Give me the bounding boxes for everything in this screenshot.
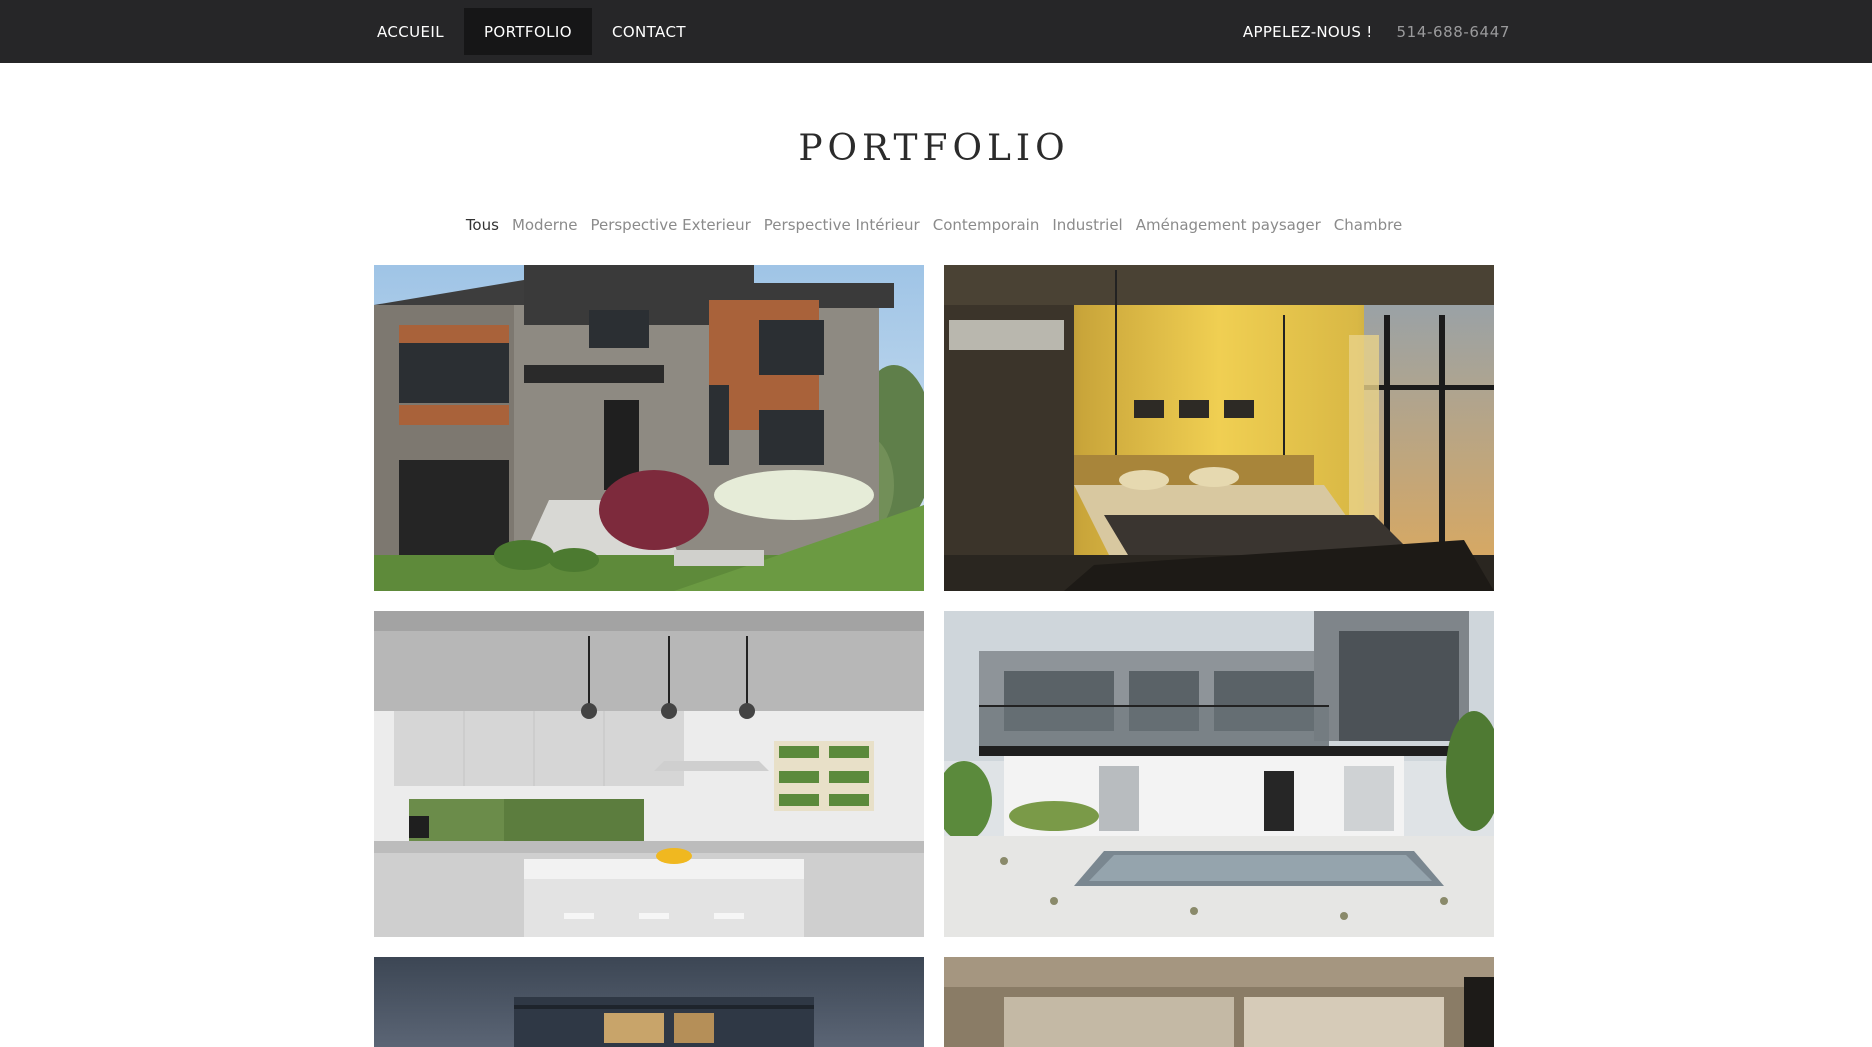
- house-pool-image: [944, 611, 1494, 937]
- page-title: PORTFOLIO: [798, 128, 1070, 169]
- nav-item-accueil[interactable]: ACCUEIL: [357, 8, 464, 55]
- nav-item-portfolio[interactable]: PORTFOLIO: [463, 8, 592, 55]
- phone-number-link[interactable]: 514-688-6447: [1397, 23, 1510, 41]
- top-navbar: ACCUEIL PORTFOLIO CONTACT APPELEZ-NOUS !…: [0, 0, 1872, 63]
- bedroom-image: [944, 265, 1494, 591]
- filter-perspective-exterieur[interactable]: Perspective Exterieur: [590, 216, 750, 234]
- filter-contemporain[interactable]: Contemporain: [933, 216, 1040, 234]
- house-day-image: [374, 265, 924, 591]
- portfolio-tile-loft[interactable]: [944, 957, 1494, 1047]
- house-dusk-image: [374, 957, 924, 1047]
- filter-perspective-interieur[interactable]: Perspective Intérieur: [764, 216, 920, 234]
- call-us-label: APPELEZ-NOUS !: [1242, 22, 1373, 41]
- nav-item-contact[interactable]: CONTACT: [592, 8, 706, 55]
- filter-industriel[interactable]: Industriel: [1052, 216, 1122, 234]
- portfolio-tile-kitchen[interactable]: [374, 611, 924, 937]
- portfolio-filter-bar: Tous Moderne Perspective Exterieur Persp…: [0, 216, 1868, 234]
- filter-chambre[interactable]: Chambre: [1334, 216, 1402, 234]
- filter-tous[interactable]: Tous: [466, 216, 499, 234]
- portfolio-tile-house-day[interactable]: [374, 265, 924, 591]
- loft-image: [944, 957, 1494, 1047]
- filter-moderne[interactable]: Moderne: [512, 216, 578, 234]
- portfolio-tile-bedroom[interactable]: [944, 265, 1494, 591]
- portfolio-tile-house-pool[interactable]: [944, 611, 1494, 937]
- main-nav: ACCUEIL PORTFOLIO CONTACT: [357, 8, 706, 55]
- kitchen-image: [374, 611, 924, 937]
- contact-callout: APPELEZ-NOUS ! 514-688-6447: [1243, 8, 1510, 55]
- portfolio-tile-house-dusk[interactable]: [374, 957, 924, 1047]
- filter-amenagement-paysager[interactable]: Aménagement paysager: [1136, 216, 1321, 234]
